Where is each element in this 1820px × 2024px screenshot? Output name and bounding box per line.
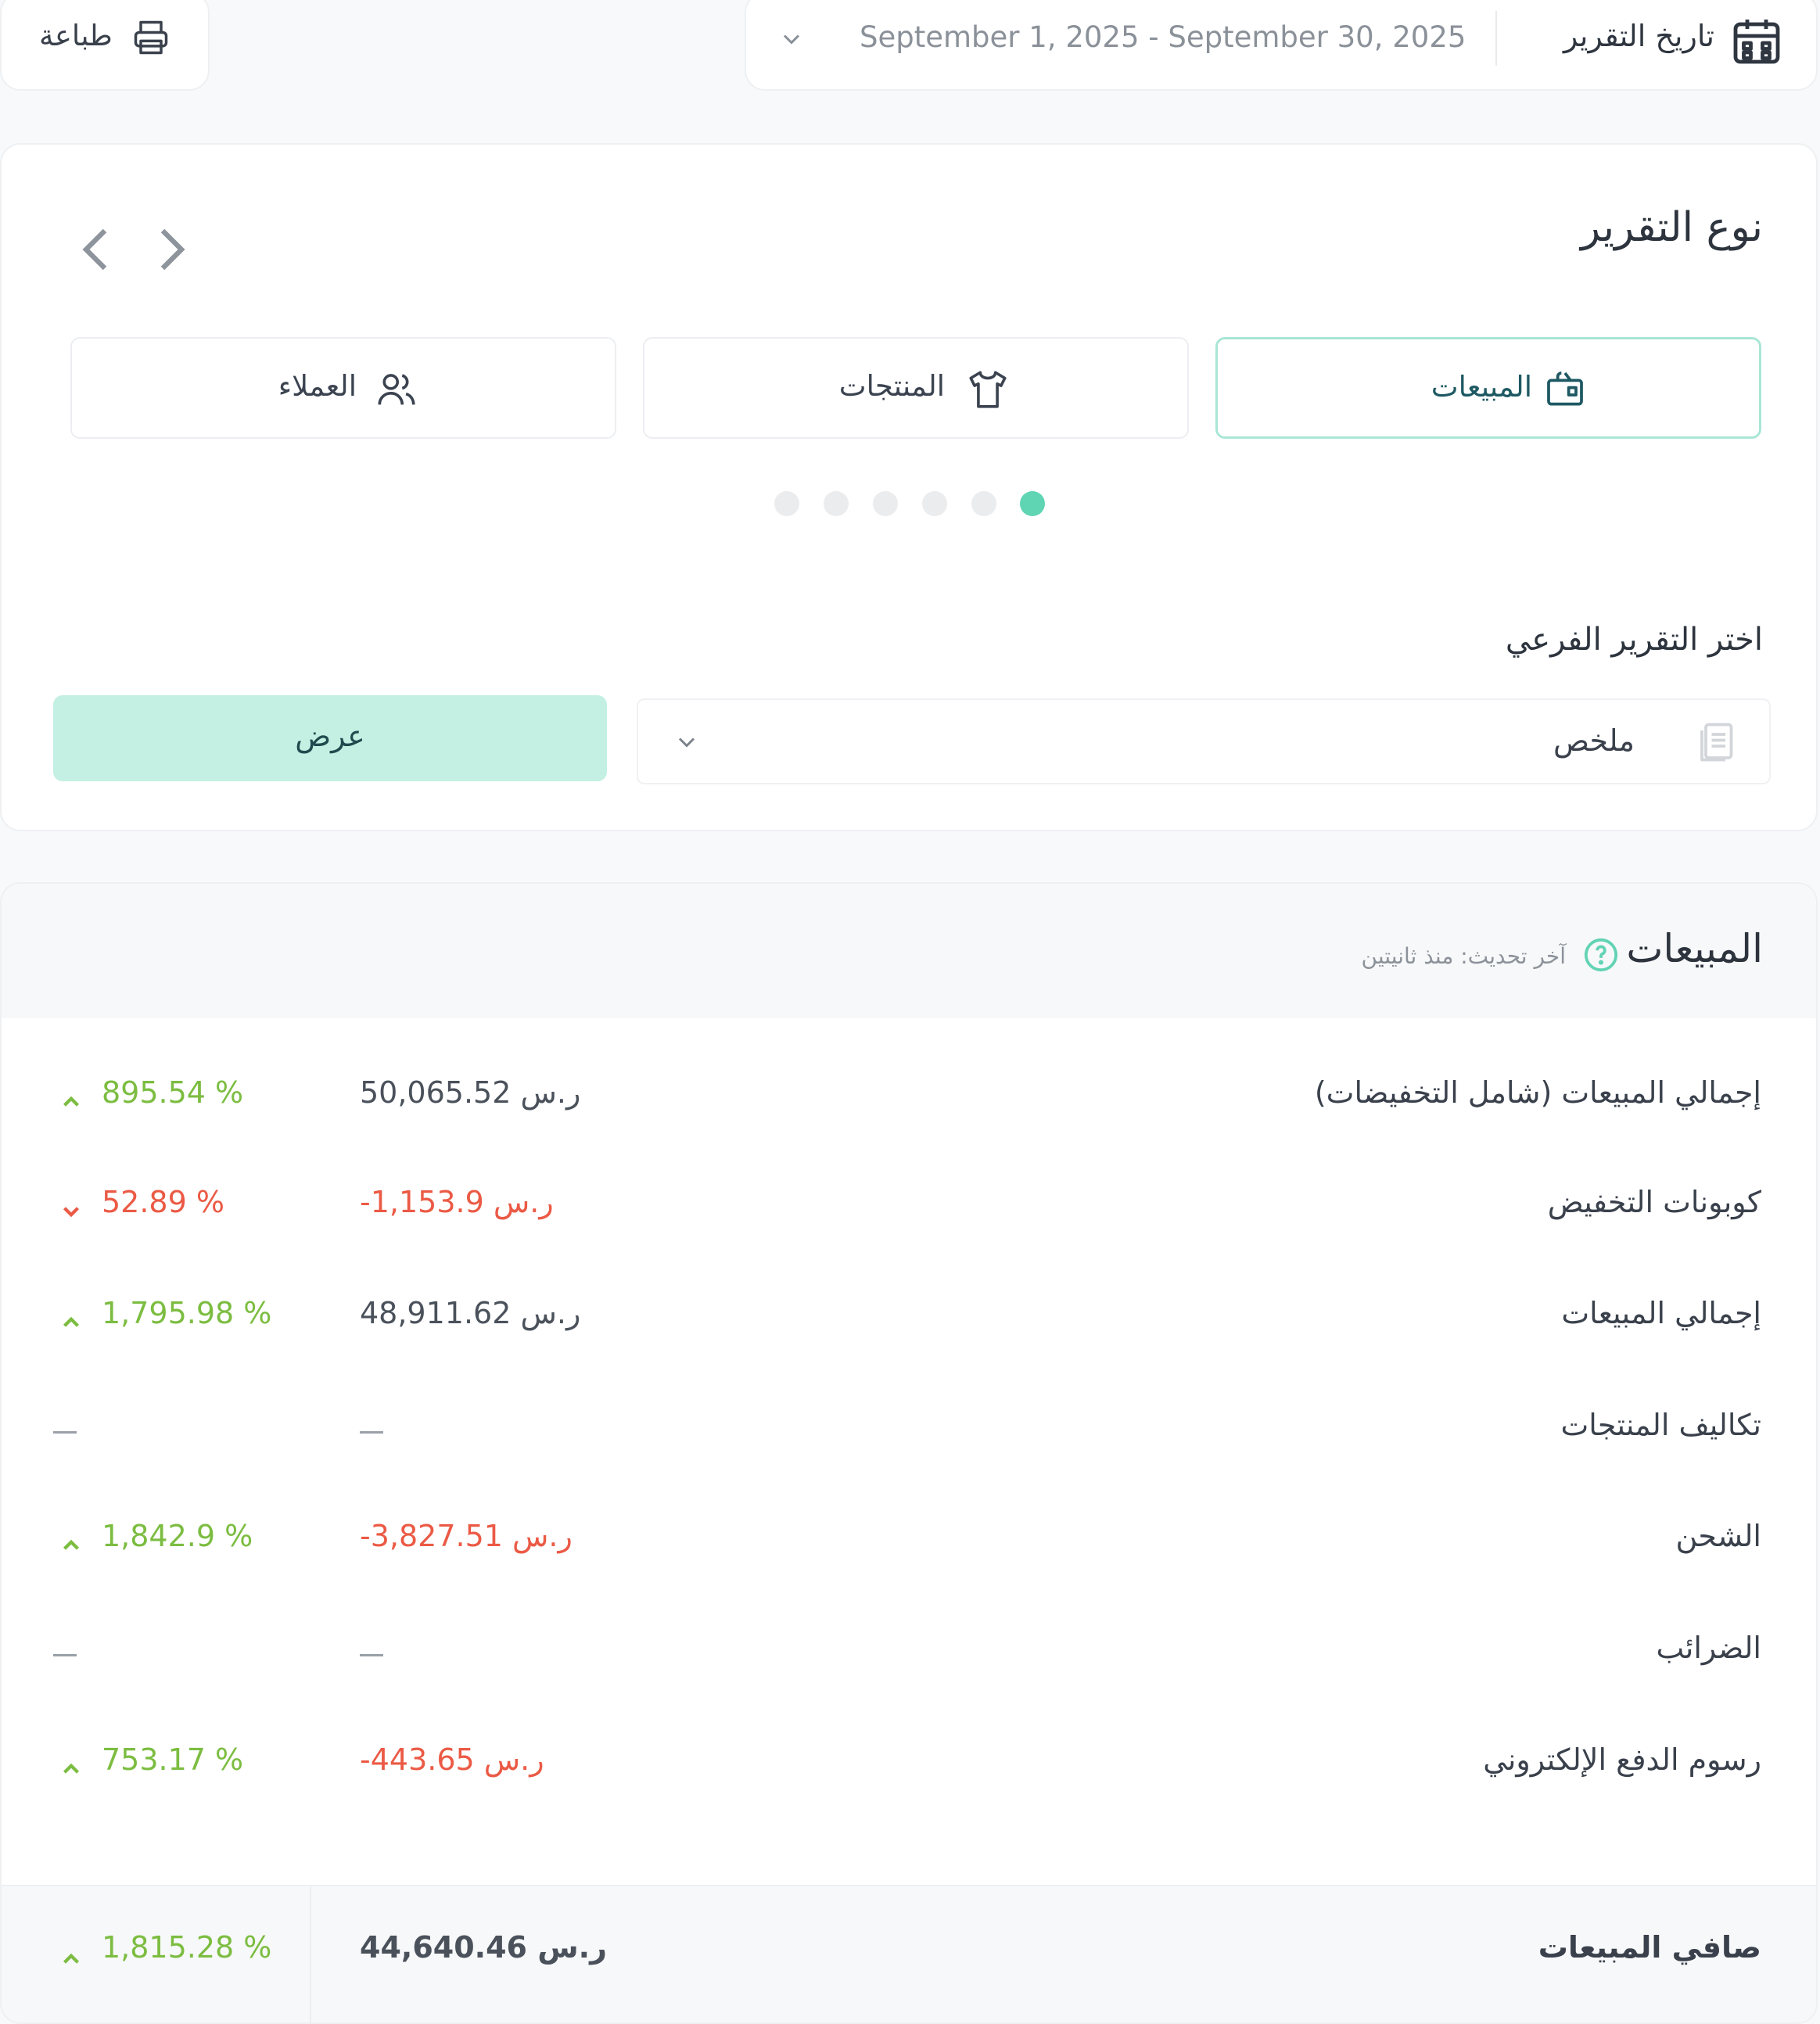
tab-products[interactable]: المنتجات: [643, 337, 1189, 439]
tab-customers-label: العملاء: [278, 369, 357, 403]
help-circle-icon[interactable]: [1583, 937, 1619, 973]
sales-summary-card: المبيعات آخر تحديث: منذ ثانيتين إجمالي ا…: [0, 882, 1818, 2024]
empty-change-dash: [53, 1654, 77, 1656]
chevron-down-icon: [673, 728, 701, 756]
document-icon: [1694, 719, 1741, 766]
divider: [310, 1886, 311, 2022]
last-update-text: آخر تحديث: منذ ثانيتين: [1361, 943, 1566, 969]
carousel-dot-2[interactable]: [971, 491, 996, 516]
tab-products-label: المنتجات: [838, 369, 945, 403]
carousel-dot-3[interactable]: [922, 491, 947, 516]
report-type-title: نوع التقرير: [1580, 204, 1763, 251]
net-sales-amount: 44,640.46 ر.س: [360, 1930, 607, 1965]
arrow-down-icon: [58, 1198, 84, 1225]
report-date-picker[interactable]: September 1, 2025 - September 30, 2025 ت…: [745, 0, 1818, 91]
carousel-dot-6[interactable]: [774, 491, 799, 516]
chevron-left-icon[interactable]: [77, 224, 117, 275]
empty-amount-dash: [360, 1654, 383, 1656]
print-button[interactable]: طباعة: [0, 0, 210, 91]
arrow-up-icon: [58, 1756, 84, 1782]
row-amount: -3,827.51 ر.س: [360, 1519, 573, 1553]
printer-icon: [131, 17, 171, 58]
arrow-up-icon: [58, 1089, 84, 1115]
subreport-value: ملخص: [1553, 723, 1635, 758]
tab-sales-label: المبيعات: [1431, 370, 1532, 404]
row-label: إجمالي المبيعات: [1561, 1296, 1761, 1330]
arrow-up-icon: [58, 1309, 84, 1336]
tab-customers[interactable]: العملاء: [70, 337, 616, 439]
empty-amount-dash: [360, 1431, 383, 1434]
row-change: 895.54 %: [102, 1075, 244, 1110]
print-label: طباعة: [39, 19, 113, 52]
users-icon: [374, 367, 419, 412]
row-change: 52.89 %: [102, 1185, 224, 1219]
arrow-up-icon: [58, 1946, 84, 1972]
sales-title: المبيعات: [1626, 926, 1763, 971]
carousel-dot-4[interactable]: [873, 491, 898, 516]
row-change: 1,795.98 %: [102, 1296, 272, 1330]
carousel-dot-1[interactable]: [1020, 491, 1045, 516]
date-label: تاريخ التقرير: [1563, 19, 1714, 53]
sales-header: المبيعات آخر تحديث: منذ ثانيتين: [2, 884, 1816, 1018]
empty-change-dash: [53, 1431, 77, 1434]
row-amount: 48,911.62 ر.س: [360, 1296, 581, 1330]
chevron-down-icon: [777, 25, 806, 53]
tab-sales[interactable]: المبيعات: [1215, 337, 1761, 439]
calendar-icon: [1728, 13, 1785, 69]
sales-bag-icon: [1543, 368, 1587, 411]
row-label: كوبونات التخفيض: [1547, 1185, 1761, 1219]
net-sales-label: صافي المبيعات: [1538, 1930, 1761, 1965]
divider: [1495, 11, 1497, 66]
date-range-value: September 1, 2025 - September 30, 2025: [860, 20, 1466, 54]
row-label: رسوم الدفع الإلكتروني: [1483, 1742, 1761, 1777]
net-sales-change: 1,815.28 %: [102, 1930, 272, 1965]
report-type-card: نوع التقرير المبيعات المنتجات العملاء اخ…: [0, 143, 1818, 831]
subreport-label: اختر التقرير الفرعي: [1505, 622, 1763, 658]
chevron-right-icon[interactable]: [150, 224, 191, 275]
row-amount: 50,065.52 ر.س: [360, 1075, 581, 1110]
row-amount: -1,153.9 ر.س: [360, 1185, 554, 1219]
shirt-icon: [965, 367, 1011, 412]
row-label: إجمالي المبيعات (شامل التخفيضات): [1314, 1075, 1761, 1110]
row-change: 1,842.9 %: [102, 1519, 253, 1553]
carousel-dot-5[interactable]: [824, 491, 849, 516]
subreport-select[interactable]: ملخص: [637, 698, 1771, 784]
row-label: الشحن: [1675, 1519, 1762, 1553]
row-change: 753.17 %: [102, 1742, 244, 1777]
row-label: تكاليف المنتجات: [1560, 1408, 1761, 1442]
net-sales-row: صافي المبيعات 44,640.46 ر.س 1,815.28 %: [2, 1885, 1816, 2022]
arrow-up-icon: [58, 1532, 84, 1559]
view-button-label: عرض: [295, 719, 365, 753]
view-button[interactable]: عرض: [53, 695, 607, 781]
row-label: الضرائب: [1656, 1631, 1761, 1665]
row-amount: -443.65 ر.س: [360, 1742, 544, 1777]
